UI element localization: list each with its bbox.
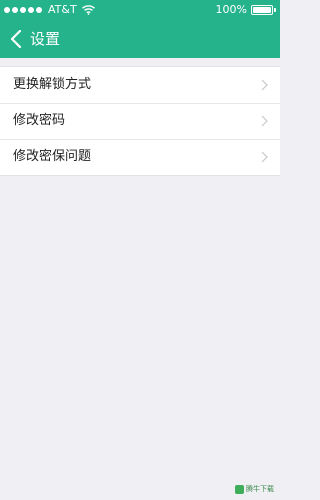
menu-item-label: 修改密码 <box>13 113 66 128</box>
chevron-left-icon[interactable] <box>10 30 22 48</box>
nav-bar: 设置 <box>0 20 280 58</box>
menu-item-label: 更换解锁方式 <box>13 77 92 92</box>
chevron-right-icon <box>261 151 268 163</box>
status-right: 100% <box>216 3 276 16</box>
battery-tip <box>274 7 276 12</box>
status-bar: AT&T 100% <box>0 0 280 20</box>
page-title[interactable]: 设置 <box>30 29 60 49</box>
chevron-right-icon <box>261 79 268 91</box>
battery-percent: 100% <box>215 3 247 16</box>
battery-fill <box>253 6 271 13</box>
watermark-logo-icon <box>235 484 244 494</box>
signal-dot <box>4 6 10 13</box>
watermark: 腾牛下载 <box>235 484 274 494</box>
menu-item-label: 修改密保问题 <box>13 149 92 164</box>
wifi-icon <box>81 4 95 15</box>
signal-dot <box>12 6 18 13</box>
signal-dot <box>20 6 26 13</box>
watermark-text: 腾牛下载 <box>246 485 274 493</box>
status-left: AT&T <box>4 3 95 16</box>
menu-item-change-password[interactable]: 修改密码 <box>0 103 280 139</box>
carrier-name: AT&T <box>48 3 77 16</box>
menu-item-change-security-question[interactable]: 修改密保问题 <box>0 139 280 175</box>
settings-menu: 更换解锁方式 修改密码 修改密保问题 <box>0 66 280 176</box>
signal-dot <box>36 6 42 13</box>
signal-dot <box>28 6 34 13</box>
menu-item-change-unlock-method[interactable]: 更换解锁方式 <box>0 67 280 103</box>
chevron-right-icon <box>261 115 268 127</box>
battery-icon <box>251 4 273 15</box>
